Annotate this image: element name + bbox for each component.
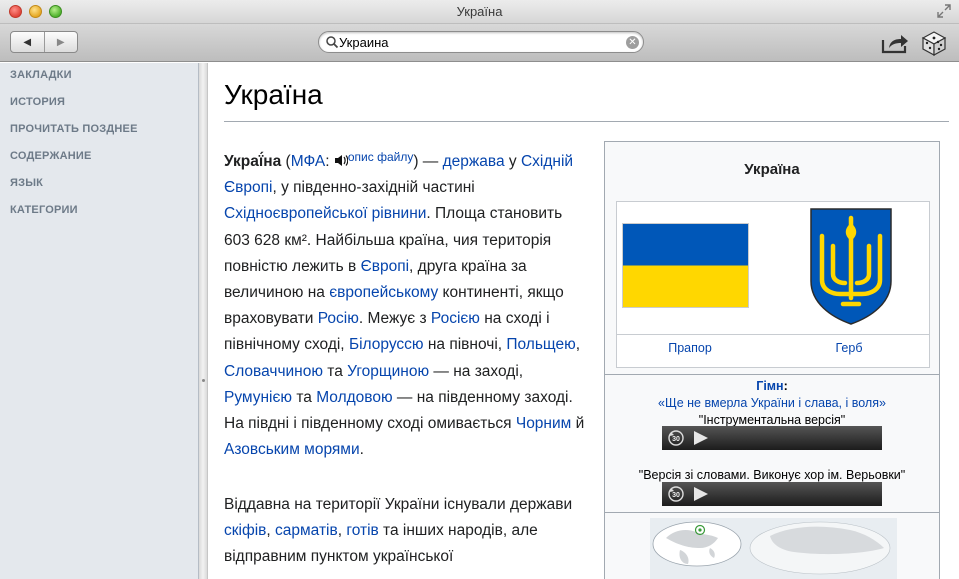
fullscreen-icon[interactable]: [937, 4, 951, 18]
link-slovakia[interactable]: Словаччиною: [224, 363, 323, 380]
sidebar-splitter[interactable]: [199, 63, 208, 579]
replay-30-icon[interactable]: 30: [667, 429, 685, 447]
link-moldova[interactable]: Молдовою: [316, 389, 392, 406]
speaker-icon[interactable]: [334, 154, 348, 167]
sidebar-item-history[interactable]: ИСТОРИЯ: [10, 96, 65, 108]
link-file-description[interactable]: опис файлу: [348, 150, 413, 164]
location-map-image[interactable]: [650, 518, 897, 579]
audio-player-vocal[interactable]: 30: [662, 482, 882, 506]
search-input[interactable]: [339, 34, 619, 50]
coat-of-arms-link[interactable]: Герб: [774, 341, 924, 355]
infobox-divider: [605, 512, 939, 513]
article: Україна Украї́на (МФА: опис файлу) — дер…: [209, 63, 959, 579]
text: (: [281, 153, 291, 170]
title-divider: [224, 121, 949, 122]
toolbar: ◀ ▶ ✕: [0, 24, 959, 62]
dice-icon[interactable]: [920, 29, 948, 57]
text: й: [571, 415, 585, 433]
link-russia-border[interactable]: Росією: [431, 310, 480, 327]
anthem-colon: :: [783, 379, 788, 393]
link-europe[interactable]: Європі: [361, 258, 409, 275]
link-east-european-plain[interactable]: Східноєвропейської рівнини: [224, 205, 426, 222]
page-title: Україна: [224, 79, 323, 110]
text: . Межує з: [358, 310, 431, 328]
text: ,: [575, 336, 581, 354]
link-poland[interactable]: Польщею: [506, 336, 575, 353]
navigation-buttons: ◀ ▶: [10, 31, 78, 53]
link-belarus[interactable]: Білоруссю: [349, 336, 424, 353]
sidebar-item-read-later[interactable]: ПРОЧИТАТЬ ПОЗДНЕЕ: [10, 123, 138, 135]
paragraph-history: Віддавна на території України існували д…: [224, 492, 592, 571]
infobox-divider: [605, 374, 939, 375]
search-field[interactable]: ✕: [318, 31, 644, 53]
link-black-sea[interactable]: Чорним: [516, 415, 571, 432]
text: та: [323, 362, 348, 380]
anthem-heading: Гімн:: [605, 379, 939, 393]
sidebar-item-bookmarks[interactable]: ЗАКЛАДКИ: [10, 69, 72, 81]
link-hungary[interactable]: Угорщиною: [347, 363, 429, 380]
infobox: Україна Прапор Герб Гімн: «Ще не вмерла …: [604, 141, 940, 579]
text: Віддавна на території України існували д…: [224, 496, 573, 513]
clear-search-icon[interactable]: ✕: [626, 36, 639, 49]
flag-link[interactable]: Прапор: [615, 341, 765, 355]
svg-text:30: 30: [672, 492, 680, 499]
national-symbols: Прапор Герб: [616, 201, 930, 368]
paragraph-intro: Украї́на (МФА: опис файлу) — держава у С…: [224, 144, 592, 463]
sidebar-item-language[interactable]: ЯЗЫК: [10, 177, 43, 189]
splitter-handle: [202, 379, 205, 382]
link-state[interactable]: держава: [443, 153, 505, 170]
search-icon: [326, 36, 339, 49]
flag-image[interactable]: [622, 223, 749, 308]
article-subject: Украї́на: [224, 153, 282, 170]
text: , у південно-західній частині: [272, 179, 475, 197]
window-title: Україна: [456, 4, 503, 19]
share-icon[interactable]: [880, 32, 910, 54]
play-icon[interactable]: [693, 431, 709, 445]
text: — на заході,: [429, 362, 524, 380]
sidebar: ЗАКЛАДКИ ИСТОРИЯ ПРОЧИТАТЬ ПОЗДНЕЕ СОДЕР…: [0, 63, 199, 579]
title-bar: Україна: [0, 0, 959, 24]
replay-30-icon[interactable]: 30: [667, 485, 685, 503]
infobox-title: Україна: [744, 161, 800, 178]
version-vocal-label: "Версія зі словами. Виконує хор ім. Верь…: [638, 468, 906, 482]
text: ) —: [413, 153, 443, 170]
audio-player-instrumental[interactable]: 30: [662, 426, 882, 450]
text: ,: [266, 522, 276, 540]
link-azov-sea[interactable]: Азовським морями: [224, 441, 360, 458]
svg-text:30: 30: [672, 436, 680, 443]
sidebar-item-contents[interactable]: СОДЕРЖАНИЕ: [10, 150, 92, 162]
back-button[interactable]: ◀: [11, 32, 44, 52]
text: .: [359, 441, 364, 459]
text: на півночі,: [423, 336, 507, 354]
anthem-name-link[interactable]: «Ще не вмерла України і слава, і воля»: [605, 396, 939, 410]
link-scythians[interactable]: скіфів: [224, 522, 266, 539]
anthem-link[interactable]: Гімн: [756, 379, 783, 393]
link-sarmatians[interactable]: сарматів: [275, 522, 338, 539]
link-goths[interactable]: готів: [346, 522, 378, 539]
text: та: [292, 388, 317, 406]
symbols-divider: [617, 334, 929, 335]
version-instrumental-label: "Інструментальна версія": [698, 413, 846, 427]
forward-button[interactable]: ▶: [43, 32, 78, 52]
link-russia[interactable]: Росію: [318, 310, 359, 327]
coat-of-arms-image[interactable]: [808, 206, 894, 326]
play-icon[interactable]: [693, 487, 709, 501]
text: у: [504, 153, 521, 170]
link-european[interactable]: європейському: [329, 284, 438, 301]
text: :: [325, 153, 334, 170]
link-mfa[interactable]: МФА: [291, 153, 326, 170]
link-romania[interactable]: Румунією: [224, 389, 292, 406]
sidebar-item-categories[interactable]: КАТЕГОРИИ: [10, 204, 78, 216]
